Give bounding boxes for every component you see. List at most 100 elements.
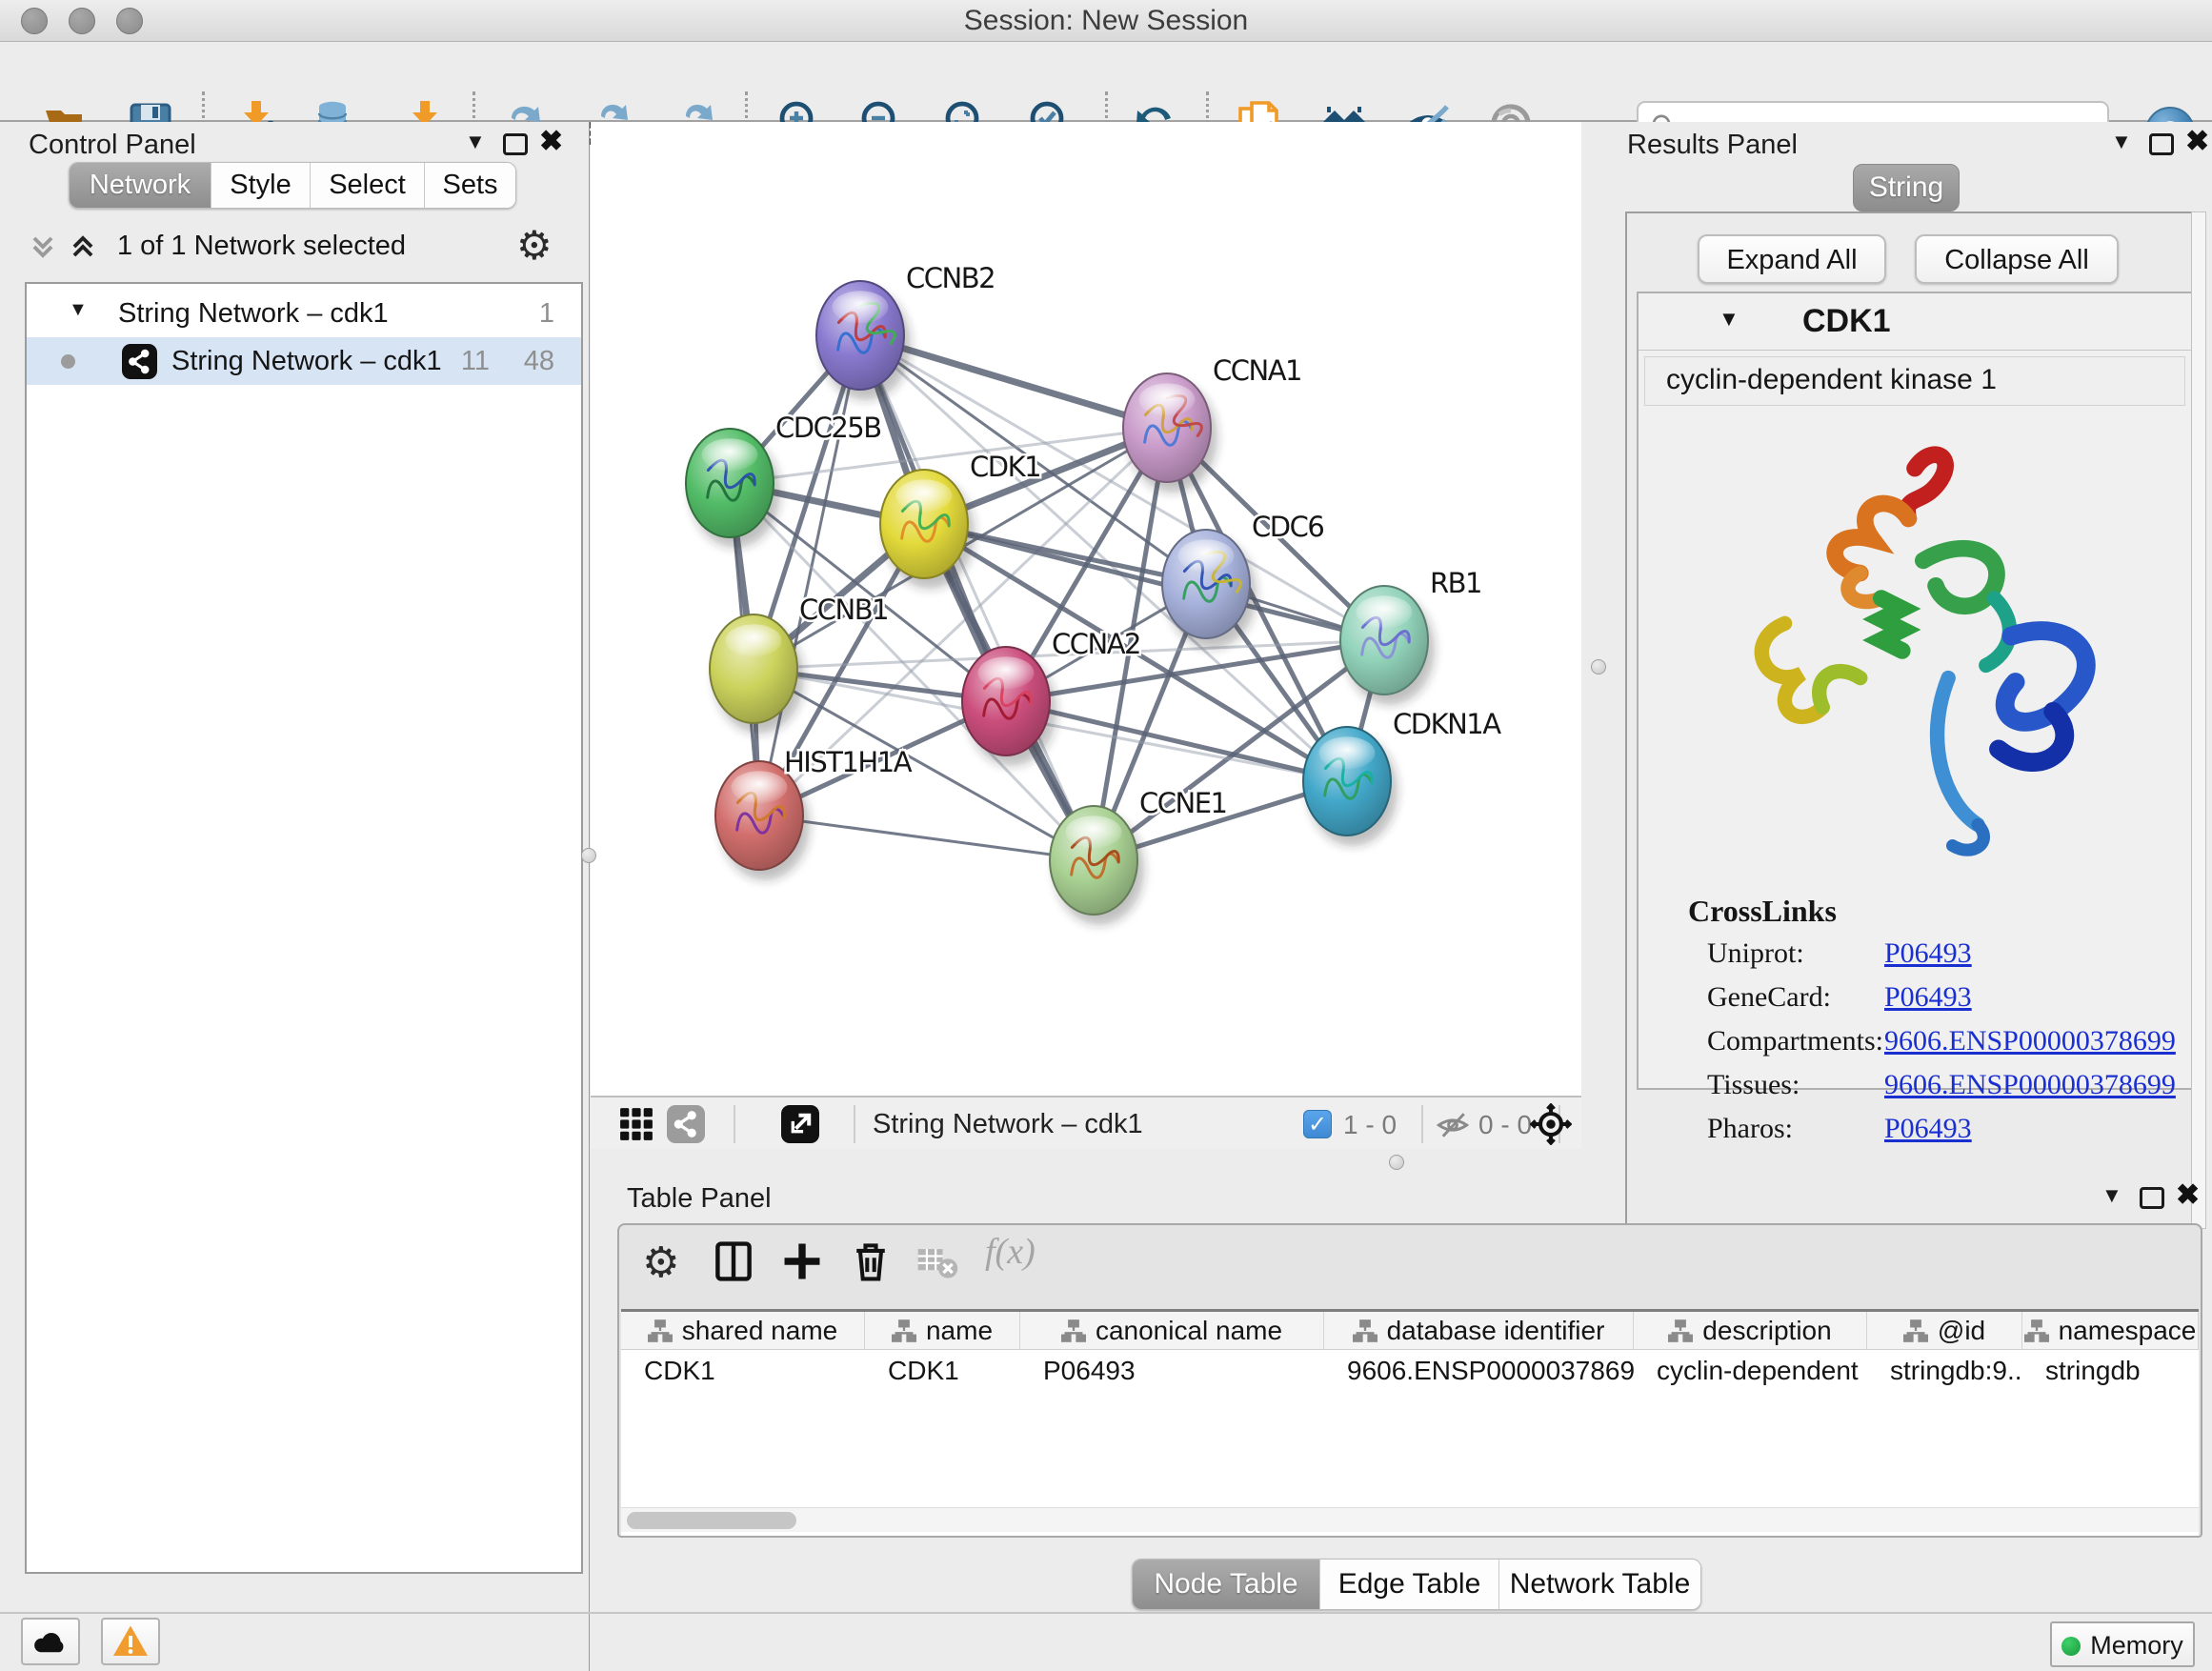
- scrollbar-thumb[interactable]: [627, 1512, 796, 1529]
- network-collection-row[interactable]: ▼ String Network – cdk1 1: [27, 290, 581, 337]
- node-label-CCNE1: CCNE1: [1139, 787, 1226, 819]
- add-column-icon[interactable]: [779, 1238, 829, 1294]
- application-window: Session: New Session: [0, 0, 2212, 1671]
- warning-icon: [111, 1624, 150, 1659]
- main-toolbar: ?: [0, 42, 2212, 122]
- collapse-all-button[interactable]: Collapse All: [1915, 234, 2119, 284]
- node-label-CCNA2: CCNA2: [1052, 628, 1140, 660]
- cell-description[interactable]: cyclin-dependent ...: [1634, 1350, 1867, 1392]
- network-node-CDC25B[interactable]: CDC25B: [686, 412, 881, 548]
- bottom-splitter-handle[interactable]: [1389, 1155, 1404, 1170]
- toolbar-separator: [854, 1105, 855, 1143]
- crosslink-tissues[interactable]: 9606.ENSP00000378699: [1884, 1069, 2176, 1101]
- network-node-RB1[interactable]: RB1: [1340, 567, 1481, 705]
- results-panel-close-icon[interactable]: ✖: [2185, 130, 2209, 154]
- toolbar-separator: [734, 1105, 735, 1143]
- selected-checkbox-icon[interactable]: ✓: [1303, 1110, 1332, 1138]
- crosslink-uniprot[interactable]: P06493: [1884, 937, 1972, 970]
- node-label-CDC25B: CDC25B: [775, 412, 881, 444]
- detach-view-icon[interactable]: [781, 1105, 819, 1143]
- node-details-header[interactable]: ▼ CDK1: [1639, 293, 2191, 351]
- crosslink-label: GeneCard:: [1707, 981, 1831, 1013]
- network-canvas[interactable]: CCNB2CCNA1CDC25BCDK1CDC6RB1CCNB1CCNA2CDK…: [591, 122, 1581, 1096]
- crosslink-row: GeneCard: P06493: [1707, 981, 2183, 1025]
- network-list: ▼ String Network – cdk1 1 String Network…: [25, 282, 583, 1574]
- tab-style[interactable]: Style: [211, 163, 310, 208]
- network-node-CDKN1A[interactable]: CDKN1A: [1303, 708, 1501, 846]
- network-row-selected[interactable]: String Network – cdk1 11 48: [27, 337, 581, 385]
- network-options-gear-icon[interactable]: ⚙: [516, 223, 553, 269]
- node-label-CDC6: CDC6: [1252, 511, 1323, 543]
- control-panel-tabs: Network Style Select Sets: [69, 162, 516, 209]
- tab-network[interactable]: Network: [70, 163, 211, 208]
- section-expand-icon[interactable]: ▼: [1719, 307, 1739, 332]
- crosslink-pharos[interactable]: P06493: [1884, 1113, 1972, 1145]
- crosslink-row: Pharos: P06493: [1707, 1113, 2183, 1157]
- network-collection-label: String Network – cdk1: [118, 298, 389, 330]
- cell-shared-name[interactable]: CDK1: [621, 1350, 865, 1392]
- network-edge-count: 48: [524, 346, 554, 377]
- cloud-icon: [30, 1626, 70, 1657]
- table-panel-close-icon[interactable]: ✖: [2176, 1183, 2200, 1208]
- table-options-gear-icon[interactable]: ⚙: [642, 1238, 692, 1294]
- results-scrollbar[interactable]: [2191, 211, 2206, 1229]
- node-table-container: ⚙ f(x) shared name name canonical name d…: [617, 1223, 2202, 1538]
- crosslink-label: Uniprot:: [1707, 937, 1804, 969]
- tab-sets[interactable]: Sets: [424, 163, 515, 208]
- cell-name[interactable]: CDK1: [865, 1350, 1020, 1392]
- column-header-name[interactable]: name: [865, 1312, 1020, 1349]
- tab-select[interactable]: Select: [310, 163, 424, 208]
- cloud-status-button[interactable]: [21, 1618, 80, 1665]
- memory-button[interactable]: Memory: [2050, 1621, 2195, 1667]
- column-header-database-identifier[interactable]: database identifier: [1324, 1312, 1634, 1349]
- network-node-count: 11: [461, 346, 490, 377]
- cell-canonical-name[interactable]: P06493: [1020, 1350, 1324, 1392]
- network-node-CDC6[interactable]: CDC6: [1162, 511, 1323, 649]
- column-header-id[interactable]: @id: [1867, 1312, 2022, 1349]
- control-panel: Control Panel ▼ ✖ Network Style Select S…: [0, 122, 590, 1671]
- cell-database-identifier[interactable]: 9606.ENSP00000378699: [1324, 1350, 1634, 1392]
- control-panel-close-icon[interactable]: ✖: [539, 130, 563, 154]
- crosslinks-title: CrossLinks: [1688, 894, 1837, 929]
- show-columns-icon[interactable]: [711, 1238, 760, 1294]
- network-node-CCNE1[interactable]: CCNE1: [1050, 787, 1226, 925]
- delete-table-icon: [915, 1238, 964, 1294]
- results-panel-float-icon[interactable]: [2149, 133, 2174, 155]
- table-panel-float-icon[interactable]: [2140, 1187, 2164, 1209]
- column-header-shared-name[interactable]: shared name: [621, 1312, 865, 1349]
- table-panel-menu-icon[interactable]: ▼: [2101, 1183, 2122, 1208]
- control-panel-float-icon[interactable]: [503, 133, 528, 155]
- grid-mode-icon[interactable]: [617, 1105, 655, 1148]
- tree-expand-icon[interactable]: ▼: [69, 299, 88, 321]
- cell-namespace[interactable]: stringdb: [2022, 1350, 2199, 1392]
- memory-status-icon: [2061, 1637, 2081, 1656]
- warning-status-button[interactable]: [101, 1618, 160, 1665]
- crosslink-genecard[interactable]: P06493: [1884, 981, 1972, 1014]
- node-label-CCNA1: CCNA1: [1213, 354, 1301, 387]
- tab-node-table[interactable]: Node Table: [1133, 1560, 1319, 1609]
- cell-id[interactable]: stringdb:9...: [1867, 1350, 2022, 1392]
- left-splitter-handle[interactable]: [581, 848, 596, 863]
- table-row[interactable]: CDK1 CDK1 P06493 9606.ENSP00000378699 cy…: [621, 1350, 2199, 1392]
- birdseye-navigator-icon[interactable]: [1530, 1103, 1572, 1150]
- network-type-icon: [122, 344, 157, 379]
- table-horizontal-scrollbar[interactable]: [621, 1507, 2199, 1532]
- network-view-mode-icon[interactable]: [667, 1105, 705, 1143]
- network-edge-CCNB2-CCNE1[interactable]: [860, 335, 1094, 860]
- control-panel-menu-icon[interactable]: ▼: [465, 130, 486, 154]
- column-header-namespace[interactable]: namespace: [2022, 1312, 2199, 1349]
- delete-column-icon[interactable]: [848, 1238, 897, 1294]
- tab-string[interactable]: String: [1853, 164, 1960, 211]
- network-node-CCNB2[interactable]: CCNB2: [816, 262, 995, 400]
- results-panel-menu-icon[interactable]: ▼: [2111, 130, 2132, 154]
- column-header-canonical-name[interactable]: canonical name: [1020, 1312, 1324, 1349]
- tab-network-table[interactable]: Network Table: [1498, 1560, 1700, 1609]
- hidden-eye-slash-icon: [1435, 1107, 1471, 1148]
- network-node-HIST1H1A[interactable]: HIST1H1A: [715, 746, 913, 880]
- column-header-description[interactable]: description: [1634, 1312, 1867, 1349]
- tab-edge-table[interactable]: Edge Table: [1319, 1560, 1498, 1609]
- right-splitter-handle[interactable]: [1591, 659, 1606, 674]
- expand-all-button[interactable]: Expand All: [1698, 234, 1886, 284]
- crosslink-compartments[interactable]: 9606.ENSP00000378699: [1884, 1025, 2176, 1057]
- current-network-bullet-icon: [61, 354, 75, 369]
